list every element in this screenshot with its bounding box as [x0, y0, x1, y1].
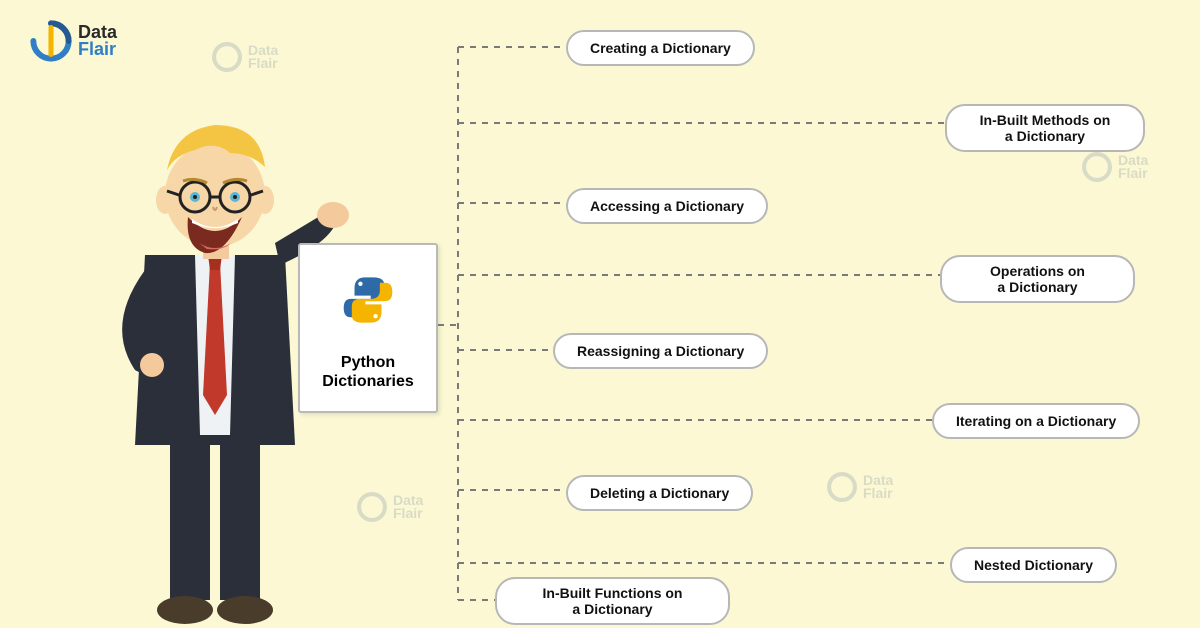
topic-reassigning: Reassigning a Dictionary	[553, 333, 768, 369]
watermark: DataFlair	[355, 490, 423, 524]
brand-logo-icon	[30, 20, 72, 62]
python-icon	[341, 273, 395, 327]
central-title: Python Dictionaries	[322, 353, 414, 391]
topic-nested: Nested Dictionary	[950, 547, 1117, 583]
central-card: Python Dictionaries	[298, 243, 438, 413]
topic-deleting: Deleting a Dictionary	[566, 475, 753, 511]
topic-inbuilt-methods: In-Built Methods on a Dictionary	[945, 104, 1145, 152]
topic-inbuilt-functions: In-Built Functions on a Dictionary	[495, 577, 730, 625]
topic-creating: Creating a Dictionary	[566, 30, 755, 66]
topic-accessing: Accessing a Dictionary	[566, 188, 768, 224]
brand-logo-text: DataFlair	[78, 24, 117, 58]
topic-operations: Operations on a Dictionary	[940, 255, 1135, 303]
brand-logo: DataFlair	[30, 20, 117, 62]
watermark: DataFlair	[825, 470, 893, 504]
watermark: DataFlair	[1080, 150, 1148, 184]
topic-iterating: Iterating on a Dictionary	[932, 403, 1140, 439]
watermark: DataFlair	[210, 40, 278, 74]
